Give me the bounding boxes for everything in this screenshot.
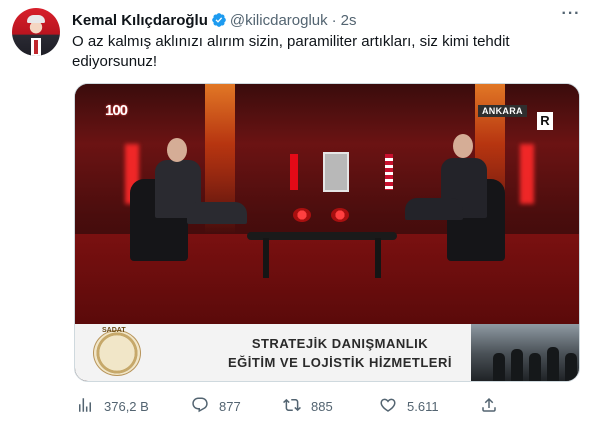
channel-logo: R [537,112,553,130]
share-button[interactable] [480,396,508,416]
banner-line-2: EĞİTİM VE LOJİSTİK HİZMETLERİ [228,355,452,370]
analytics-icon [76,396,104,417]
author-name[interactable]: Kemal Kılıçdaroğlu [72,12,208,29]
tweet-header: Kemal Kılıçdaroğlu @kilicdarogluk · 2s [72,10,356,30]
soldier-figure [493,353,505,381]
share-icon [480,396,508,417]
reply-icon [191,396,219,417]
flower-arrangement [331,208,349,222]
flower-arrangement [293,208,311,222]
soldier-figure [547,347,559,381]
separator-dot: · [331,11,337,29]
views-button[interactable]: 376,2 B [76,396,149,416]
background-portrait [323,152,349,192]
more-options-icon[interactable]: ··· [561,6,581,28]
retweet-icon [283,396,311,417]
reply-button[interactable]: 877 [191,396,241,416]
avatar[interactable] [12,8,60,56]
avatar-hair [27,15,45,23]
tweet-actions: 376,2 B 877 885 5.611 [72,396,502,416]
ad-banner: SADAT STRATEJİK DANIŞMANLIK EĞİTİM VE LO… [75,324,579,381]
seal-text: SADAT [102,327,126,334]
like-icon [379,396,407,417]
soldier-figure [565,353,577,381]
tweet-media-video[interactable]: 100 ANKARA R SADAT STRATEJİK DANIŞMANLIK… [74,83,580,382]
guest-head [453,134,473,158]
interviewer-legs [187,202,247,224]
location-tag: ANKARA [478,105,527,117]
tweet-text: O az kalmış aklınızı alırım sizin, param… [72,33,510,70]
banner-photo [471,324,579,381]
verified-badge-icon [211,12,227,28]
soldier-figure [511,349,523,381]
logo-100: 100 [105,102,128,119]
views-count: 376,2 B [104,398,149,414]
soldier-figure [529,353,541,381]
avatar-tie [34,40,38,54]
flag [385,154,393,190]
like-count: 5.611 [407,398,439,414]
guest-legs [405,198,463,220]
table-leg [375,238,381,278]
reply-count: 877 [219,398,241,414]
table-leg [263,238,269,278]
turkish-flag [290,154,298,190]
tweet[interactable]: Kemal Kılıçdaroğlu @kilicdarogluk · 2s ·… [0,0,596,429]
like-button[interactable]: 5.611 [379,396,439,416]
interviewer-head [167,138,187,162]
tweet-timestamp[interactable]: 2s [341,12,357,29]
retweet-button[interactable]: 885 [283,396,333,416]
author-handle[interactable]: @kilicdarogluk [230,12,328,29]
video-scene: 100 ANKARA R [75,84,579,326]
stage-glow [520,144,534,204]
retweet-count: 885 [311,398,333,414]
sadat-seal [93,330,141,376]
banner-line-1: STRATEJİK DANIŞMANLIK [251,336,429,351]
